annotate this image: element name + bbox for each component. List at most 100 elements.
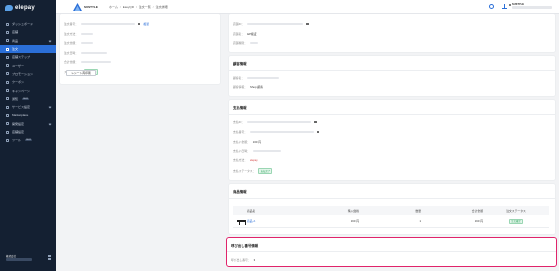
sidebar-item-campaign[interactable]: キャンペーン xyxy=(0,86,56,94)
product-name-link[interactable]: 商品 A xyxy=(247,219,297,223)
call-number-row: 呼び出し番号： 3 xyxy=(231,258,256,262)
sidebar-item-label: 商品 xyxy=(12,38,19,43)
download-icon[interactable] xyxy=(502,4,507,9)
breadcrumb-item[interactable]: 注文一覧 xyxy=(139,5,151,9)
column-header: 合計金額 xyxy=(471,208,483,213)
sidebar-item-marketplace[interactable]: Marketplace xyxy=(0,111,56,119)
bell-icon xyxy=(6,97,9,101)
help-icon[interactable] xyxy=(489,4,494,9)
sidebar-item-product[interactable]: 商品 xyxy=(0,37,56,45)
settings-icon xyxy=(6,105,9,109)
order-total-row: 合計金額： xyxy=(64,60,111,64)
store-logo-icon xyxy=(73,3,82,11)
customer-name-row: 顧客名： xyxy=(233,76,280,80)
tool-icon xyxy=(6,138,9,142)
order-icon xyxy=(6,47,9,51)
collapse-sidebar-icon[interactable] xyxy=(48,255,52,262)
person-icon xyxy=(509,4,511,6)
card-title: 商品情報 xyxy=(233,190,247,194)
step-icon xyxy=(6,55,9,59)
chevron-down-icon xyxy=(48,39,52,43)
customer-info-row: 顧客情報： Shop 顧客 xyxy=(233,85,263,89)
sidebar-item-shop-settings[interactable]: 店舗設定 xyxy=(0,128,56,136)
copy-icon[interactable] xyxy=(314,120,317,124)
breadcrumb-item: 注文詳細 xyxy=(155,5,168,9)
sidebar-user-sub xyxy=(6,258,52,262)
store-info-card: 店舗ID： 店舗名： EP検証 店舗種別： xyxy=(229,14,555,52)
payment-id-row: 支払ID： xyxy=(233,120,317,124)
table-header: 商品名 購入価格 数量 合計金額 注文ステータス xyxy=(233,206,549,215)
duplicate-link[interactable]: 複製 xyxy=(143,22,149,26)
dashboard-icon xyxy=(6,22,9,26)
sidebar-item-label: クーポン xyxy=(12,80,25,85)
sidebar-user[interactable]: 株式会社 xyxy=(6,255,52,262)
copy-icon[interactable] xyxy=(317,130,320,134)
sidebar-item-order[interactable]: 注文 xyxy=(0,44,56,54)
sidebar-item-coupon[interactable]: クーポン xyxy=(0,78,56,86)
sidebar-item-tool[interactable]: ツール NEW xyxy=(0,136,56,144)
product-qty: 1 xyxy=(419,219,421,223)
payment-method-row: 支払方法： elepay xyxy=(233,158,258,162)
app-logo[interactable]: elepay xyxy=(5,3,35,12)
status-badge: 注文確定 xyxy=(509,218,523,225)
sidebar-item-label: ダッシュボード xyxy=(12,22,34,27)
sidebar-item-user[interactable]: ユーザー xyxy=(0,61,56,69)
column-header: 商品名 xyxy=(247,208,256,213)
developer-icon xyxy=(6,122,9,126)
sidebar-item-label: キャンペーン xyxy=(12,88,30,93)
sidebar-item-store[interactable]: 店舗 xyxy=(0,28,56,36)
payment-number-row: 支払番号： xyxy=(233,130,320,134)
sidebar-item-store-step[interactable]: 店舗ステップ xyxy=(0,53,56,61)
elepay-logo-icon xyxy=(5,4,13,11)
sidebar-item-service-settings[interactable]: サービス設定 xyxy=(0,103,56,111)
sidebar-item-dashboard[interactable]: ダッシュボード xyxy=(0,20,56,28)
status-badge: 支払完了 xyxy=(258,168,273,175)
header-user-email xyxy=(512,6,552,10)
sidebar: elepay ダッシュボード 店舗 商品 注文 店舗ステップ ユーザー プロモー… xyxy=(0,0,56,271)
column-header: 購入価格 xyxy=(347,208,359,213)
top-header: SUSTYLE ホーム / EasyQR / 注文一覧 / 注文詳細 SUSTYLE xyxy=(56,0,559,14)
shop-settings-icon xyxy=(6,130,9,134)
products-card: 商品情報 商品名 購入価格 数量 合計金額 注文ステータス 商品 A 160 円… xyxy=(229,184,555,234)
order-number-row: 注文番号： 複製 xyxy=(64,22,149,26)
column-header: 数量 xyxy=(415,208,421,213)
card-title: 支払情報 xyxy=(233,106,247,110)
payment-amount-row: 支払い金額： 160 円 xyxy=(233,140,262,144)
sidebar-item-developer[interactable]: 開発設定 xyxy=(0,120,56,128)
marketplace-icon xyxy=(6,113,9,117)
card-title: 顧客情報 xyxy=(233,62,247,66)
app-logo-text: elepay xyxy=(15,4,35,11)
breadcrumb-item[interactable]: ホーム xyxy=(109,5,118,9)
header-icons xyxy=(489,4,507,9)
new-badge: NEW xyxy=(22,97,30,100)
sidebar-item-label: ユーザー xyxy=(12,63,24,68)
sidebar-item-label: 店舗ステップ xyxy=(12,55,31,60)
sidebar-item-label: ツール xyxy=(12,138,22,143)
order-date-row: 注文日時： xyxy=(64,51,107,55)
sidebar-item-label: 開発設定 xyxy=(12,121,25,126)
sidebar-item-notification[interactable]: 通知 NEW xyxy=(0,95,56,103)
store-name[interactable]: SUSTYLE xyxy=(84,5,98,9)
new-badge: NEW xyxy=(25,139,33,142)
order-amount-row: 注文金額： xyxy=(64,41,93,45)
store-type-row: 店舗種別： xyxy=(233,41,258,45)
payment-date-row: 支払い日時： xyxy=(233,149,281,153)
sidebar-item-label: 店舗 xyxy=(12,30,19,35)
promotion-icon xyxy=(6,72,9,76)
store-name-row: 店舗名： EP検証 xyxy=(233,32,257,36)
breadcrumb-item[interactable]: EasyQR xyxy=(123,5,134,9)
payment-info-card: 支払情報 支払ID： 支払番号： 支払い金額： 160 円 支払い日時： 支払方法… xyxy=(229,100,555,180)
table-row: 商品 A 160 円 1 160 円 注文確定 xyxy=(233,215,549,228)
chevron-down-icon xyxy=(48,122,52,125)
copy-icon[interactable] xyxy=(138,22,141,26)
campaign-icon xyxy=(6,89,9,93)
copy-icon[interactable] xyxy=(306,22,309,26)
product-total: 160 円 xyxy=(474,219,483,223)
header-user-menu[interactable]: SUSTYLE xyxy=(509,3,552,10)
call-number-card: 呼び出し番号情報 呼び出し番号： 3 xyxy=(226,237,557,267)
card-title: 呼び出し番号情報 xyxy=(231,244,259,248)
receipt-reprint-button[interactable]: レシート再印刷 xyxy=(66,70,96,76)
customer-info-card: 顧客情報 顧客名： 顧客情報： Shop 顧客 xyxy=(229,56,555,96)
product-price: 160 円 xyxy=(350,219,359,223)
sidebar-item-promotion[interactable]: プロモーション xyxy=(0,70,56,78)
